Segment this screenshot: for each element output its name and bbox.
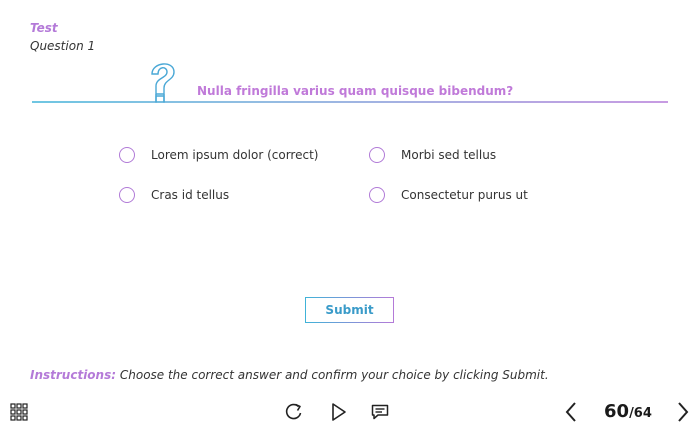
answer-option-2[interactable]: Morbi sed tellus [369, 147, 496, 163]
chevron-left-icon[interactable] [564, 401, 578, 423]
submit-button[interactable]: Submit [305, 297, 394, 323]
radio-button[interactable] [119, 187, 135, 203]
grid-menu-icon[interactable] [10, 403, 28, 421]
answer-option-4[interactable]: Consectetur purus ut [369, 187, 528, 203]
radio-button[interactable] [369, 147, 385, 163]
page-current: 60 [604, 401, 630, 422]
instructions: Instructions: Choose the correct answer … [30, 368, 549, 382]
question-mark-icon [151, 63, 175, 103]
instructions-text: Choose the correct answer and confirm yo… [116, 368, 549, 382]
answer-option-label: Cras id tellus [151, 188, 230, 202]
answer-option-label: Consectetur purus ut [401, 188, 528, 202]
page-counter: 60/64 [604, 401, 652, 422]
radio-button[interactable] [119, 147, 135, 163]
page-total: /64 [629, 406, 652, 421]
question-divider [32, 63, 668, 103]
answer-option-1[interactable]: Lorem ipsum dolor (correct) [119, 147, 318, 163]
radio-button[interactable] [369, 187, 385, 203]
chevron-right-icon[interactable] [676, 401, 690, 423]
answer-option-label: Morbi sed tellus [401, 148, 497, 162]
comment-icon[interactable] [371, 404, 389, 420]
instructions-label: Instructions: [30, 368, 117, 382]
answer-option-label: Lorem ipsum dolor (correct) [151, 148, 319, 162]
play-icon[interactable] [331, 402, 347, 422]
answer-option-3[interactable]: Cras id tellus [119, 187, 229, 203]
replay-icon[interactable] [285, 402, 303, 422]
question-text: Nulla fringilla varius quam quisque bibe… [197, 84, 514, 98]
